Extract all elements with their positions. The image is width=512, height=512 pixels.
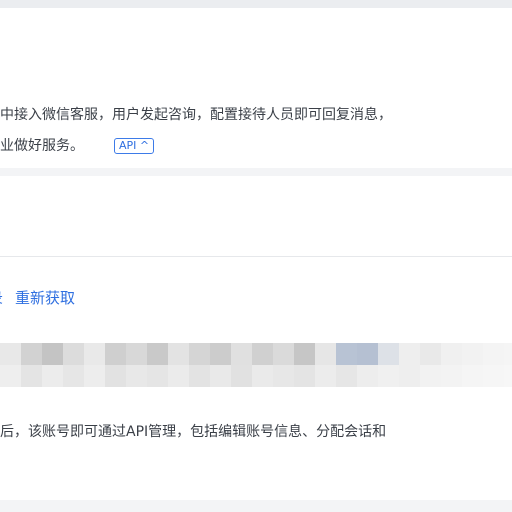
mosaic-cell <box>105 343 126 365</box>
description-line-2-text: 业做好服务。 <box>0 138 84 154</box>
mosaic-cell <box>504 343 512 365</box>
mosaic-cell <box>504 365 512 387</box>
info-note: 后，该账号即可通过API管理，包括编辑账号信息、分配会话和 <box>0 424 387 440</box>
mosaic-cell <box>63 365 84 387</box>
mosaic-cell <box>189 365 210 387</box>
mosaic-cell <box>231 365 252 387</box>
intro-card: 中接入微信客服，用户发起咨询，配置接待人员即可回复消息， 业做好服务。 API ^ <box>0 8 512 168</box>
mosaic-cell <box>399 343 420 365</box>
mosaic-cell <box>420 365 441 387</box>
mosaic-cell <box>84 365 105 387</box>
page-top-strip <box>0 0 512 8</box>
section-divider <box>0 256 512 257</box>
mosaic-cell <box>483 343 504 365</box>
api-toggle-button[interactable]: API ^ <box>114 138 155 154</box>
mosaic-cell <box>420 343 441 365</box>
mosaic-cell <box>252 365 273 387</box>
mosaic-cell <box>378 365 399 387</box>
mosaic-cell <box>315 365 336 387</box>
mosaic-cell <box>294 343 315 365</box>
mosaic-row-1 <box>0 343 512 365</box>
mosaic-cell <box>63 343 84 365</box>
description-line-2: 业做好服务。 API ^ <box>0 131 512 162</box>
mosaic-cell <box>210 365 231 387</box>
mosaic-cell <box>273 365 294 387</box>
redacted-content <box>0 343 512 387</box>
mosaic-cell <box>147 343 168 365</box>
mosaic-cell <box>0 343 21 365</box>
mosaic-cell <box>441 365 462 387</box>
mosaic-cell <box>294 365 315 387</box>
mosaic-cell <box>210 343 231 365</box>
mosaic-cell <box>336 365 357 387</box>
mosaic-cell <box>231 343 252 365</box>
mosaic-cell <box>462 365 483 387</box>
mosaic-cell <box>189 343 210 365</box>
mosaic-cell <box>378 343 399 365</box>
refresh-link[interactable]: 重新获取 <box>15 289 75 307</box>
mosaic-cell <box>357 365 378 387</box>
mosaic-row-2 <box>0 365 512 387</box>
mosaic-cell <box>21 343 42 365</box>
mosaic-cell <box>126 343 147 365</box>
mosaic-cell <box>168 365 189 387</box>
mosaic-cell <box>21 365 42 387</box>
mosaic-cell <box>483 365 504 387</box>
action-links: 录重新获取 <box>0 287 75 308</box>
mosaic-cell <box>147 365 168 387</box>
mosaic-cell <box>42 343 63 365</box>
mosaic-cell <box>0 365 21 387</box>
mosaic-cell <box>357 343 378 365</box>
mosaic-cell <box>105 365 126 387</box>
account-card: 录重新获取 后，该账号即可通过API管理，包括编辑账号信息、分配会话和 <box>0 176 512 500</box>
mosaic-cell <box>252 343 273 365</box>
mosaic-cell <box>315 343 336 365</box>
description-line-1: 中接入微信客服，用户发起咨询，配置接待人员即可回复消息， <box>0 107 392 123</box>
mosaic-cell <box>399 365 420 387</box>
partial-link[interactable]: 录 <box>0 289 3 307</box>
mosaic-cell <box>84 343 105 365</box>
mosaic-cell <box>42 365 63 387</box>
mosaic-cell <box>336 343 357 365</box>
mosaic-cell <box>168 343 189 365</box>
mosaic-cell <box>462 343 483 365</box>
mosaic-cell <box>126 365 147 387</box>
mosaic-cell <box>273 343 294 365</box>
mosaic-cell <box>441 343 462 365</box>
intro-description: 中接入微信客服，用户发起咨询，配置接待人员即可回复消息， 业做好服务。 API ^ <box>0 100 512 162</box>
